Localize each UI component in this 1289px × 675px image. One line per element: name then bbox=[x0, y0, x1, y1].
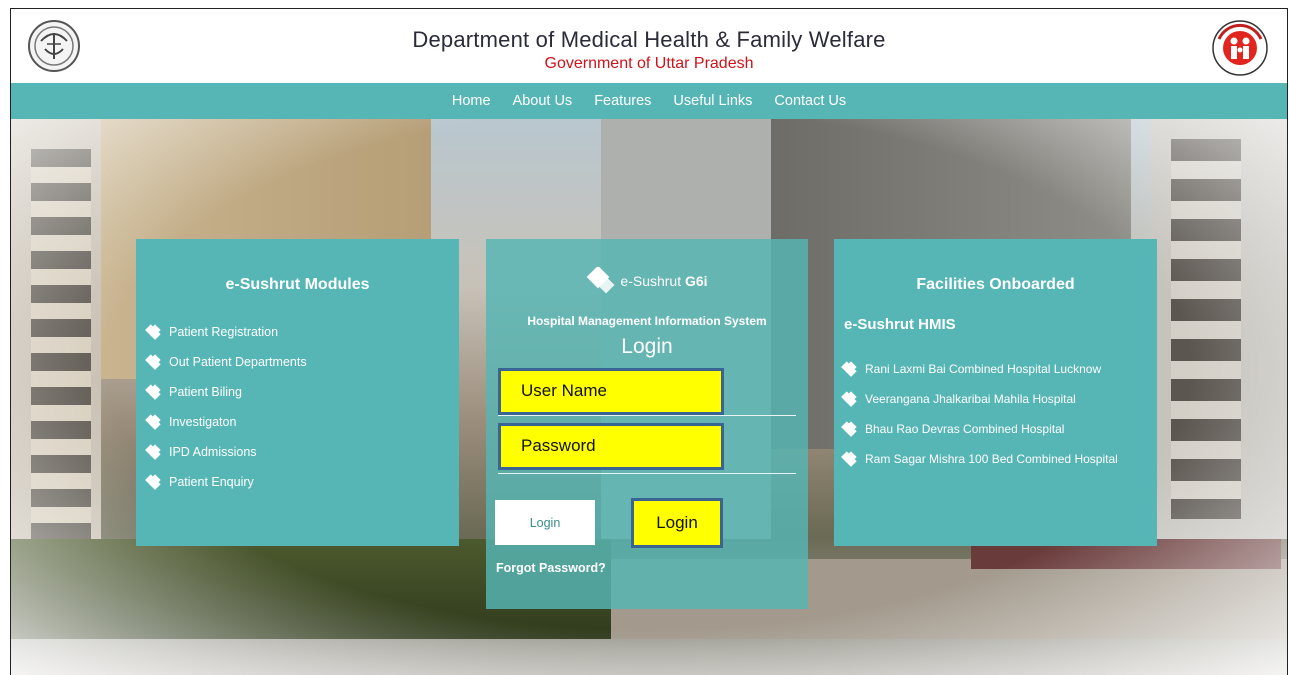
main-nav: Home About Us Features Useful Links Cont… bbox=[11, 83, 1287, 119]
list-item: Ram Sagar Mishra 100 Bed Combined Hospit… bbox=[844, 444, 1118, 474]
login-heading: Login bbox=[621, 335, 673, 358]
header-subtitle: Government of Uttar Pradesh bbox=[544, 55, 754, 72]
list-item: Patient Registration bbox=[148, 317, 307, 347]
modules-panel: e-Sushrut Modules Patient Registration O… bbox=[136, 239, 459, 546]
national-health-mission-logo-icon bbox=[1212, 20, 1268, 76]
forgot-password-link[interactable]: Forgot Password? bbox=[496, 561, 606, 575]
facility-label: Ram Sagar Mishra 100 Bed Combined Hospit… bbox=[865, 452, 1118, 466]
list-item: Rani Laxmi Bai Combined Hospital Lucknow bbox=[844, 354, 1118, 384]
list-item: Investigaton bbox=[148, 407, 307, 437]
facilities-list: Rani Laxmi Bai Combined Hospital Lucknow… bbox=[844, 354, 1118, 474]
bullet-icon bbox=[844, 363, 857, 376]
bullet-icon bbox=[148, 386, 161, 399]
esushrut-logo-text: e-Sushrut G6i bbox=[620, 273, 708, 289]
bullet-icon bbox=[844, 453, 857, 466]
list-item: Veerangana Jhalkaribai Mahila Hospital bbox=[844, 384, 1118, 414]
esushrut-cross-icon bbox=[587, 267, 615, 294]
module-label: IPD Admissions bbox=[169, 445, 257, 459]
bullet-icon bbox=[148, 326, 161, 339]
module-label: Patient Enquiry bbox=[169, 475, 254, 489]
esushrut-logo: e-Sushrut G6i bbox=[486, 267, 808, 295]
bullet-icon bbox=[148, 356, 161, 369]
modules-title: e-Sushrut Modules bbox=[225, 276, 370, 293]
bullet-icon bbox=[148, 416, 161, 429]
facilities-subtitle: e-Sushrut HMIS bbox=[844, 316, 956, 333]
username-underline bbox=[498, 415, 796, 416]
facilities-title: Facilities Onboarded bbox=[916, 276, 1075, 293]
page-frame: Department of Medical Health & Family We… bbox=[10, 8, 1288, 675]
nav-home[interactable]: Home bbox=[452, 93, 491, 109]
system-name: Hospital Management Information System bbox=[527, 314, 767, 328]
module-label: Patient Biling bbox=[169, 385, 242, 399]
modules-list: Patient Registration Out Patient Departm… bbox=[148, 317, 307, 497]
list-item: Patient Enquiry bbox=[148, 467, 307, 497]
password-field[interactable]: Password bbox=[498, 423, 724, 470]
nav-contact-us[interactable]: Contact Us bbox=[774, 93, 846, 109]
login-button[interactable]: Login bbox=[495, 500, 595, 545]
facilities-panel: Facilities Onboarded e-Sushrut HMIS Rani… bbox=[834, 239, 1157, 546]
module-label: Patient Registration bbox=[169, 325, 279, 339]
nav-features[interactable]: Features bbox=[594, 93, 651, 109]
site-header: Department of Medical Health & Family We… bbox=[11, 9, 1287, 83]
list-item: Patient Biling bbox=[148, 377, 307, 407]
header-title: Department of Medical Health & Family We… bbox=[412, 27, 886, 52]
facility-label: Rani Laxmi Bai Combined Hospital Lucknow bbox=[865, 362, 1102, 376]
bullet-icon bbox=[148, 446, 161, 459]
list-item: Bhau Rao Devras Combined Hospital bbox=[844, 414, 1118, 444]
module-label: Investigaton bbox=[169, 415, 237, 429]
bullet-icon bbox=[148, 476, 161, 489]
nav-useful-links[interactable]: Useful Links bbox=[673, 93, 752, 109]
bullet-icon bbox=[844, 393, 857, 406]
facility-label: Veerangana Jhalkaribai Mahila Hospital bbox=[865, 392, 1076, 406]
list-item: Out Patient Departments bbox=[148, 347, 307, 377]
module-label: Out Patient Departments bbox=[169, 355, 307, 369]
nav-about-us[interactable]: About Us bbox=[513, 93, 573, 109]
login-panel: e-Sushrut G6i Hospital Management Inform… bbox=[486, 239, 808, 609]
password-underline bbox=[498, 473, 796, 474]
facility-label: Bhau Rao Devras Combined Hospital bbox=[865, 422, 1065, 436]
bullet-icon bbox=[844, 423, 857, 436]
list-item: IPD Admissions bbox=[148, 437, 307, 467]
login-button-highlight[interactable]: Login bbox=[631, 498, 723, 548]
username-field[interactable]: User Name bbox=[498, 368, 724, 415]
